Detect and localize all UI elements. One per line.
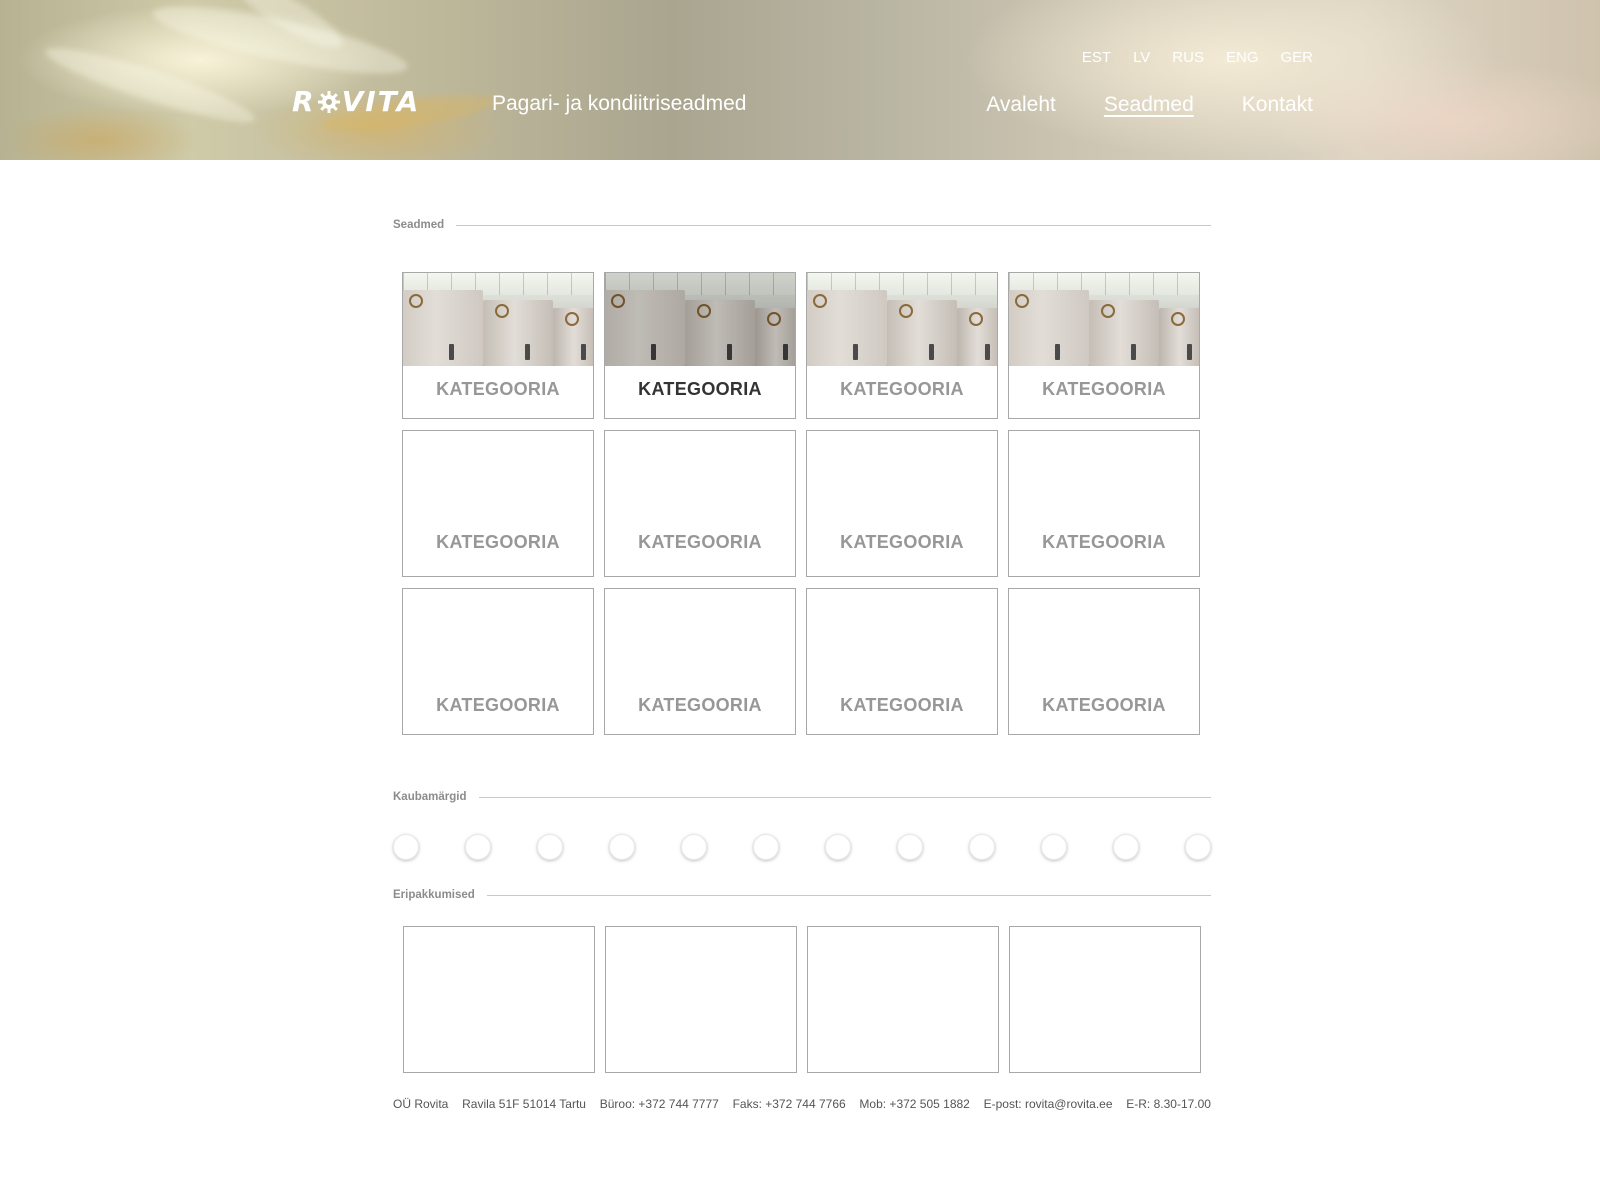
footer-mobile: Mob: +372 505 1882: [859, 1097, 970, 1111]
footer-company: OÜ Rovita: [393, 1097, 449, 1111]
brand-logo-row: [393, 834, 1211, 860]
category-label: KATEGOORIA: [436, 695, 560, 715]
gear-icon: [317, 91, 340, 113]
category-image: [403, 273, 593, 366]
category-card[interactable]: KATEGOORIA: [806, 272, 998, 419]
category-card[interactable]: KATEGOORIA: [806, 588, 998, 735]
brand-logo[interactable]: [465, 834, 491, 860]
brand-logo[interactable]: [969, 834, 995, 860]
category-card[interactable]: KATEGOORIA: [1008, 272, 1200, 419]
category-label: KATEGOORIA: [436, 379, 560, 399]
category-card[interactable]: KATEGOORIA: [1008, 430, 1200, 577]
category-label: KATEGOORIA: [840, 379, 964, 399]
category-label: KATEGOORIA: [1042, 532, 1166, 552]
brand-logo[interactable]: [1041, 834, 1067, 860]
section-title: Seadmed: [393, 219, 445, 231]
logo-text-r: R: [292, 85, 316, 118]
header-banner: R VITA Pagari- ja kondiitriseadmed EST LV…: [0, 0, 1600, 160]
main-nav: Avaleht Seadmed Kontakt: [986, 90, 1313, 120]
category-label: KATEGOORIA: [638, 379, 762, 399]
category-image: [1009, 273, 1199, 366]
lang-est[interactable]: EST: [1082, 48, 1111, 68]
lang-rus[interactable]: RUS: [1172, 48, 1204, 68]
section-title: Eripakkumised: [393, 889, 475, 901]
category-card[interactable]: KATEGOORIA: [604, 272, 796, 419]
brand-logo[interactable]: [609, 834, 635, 860]
section-heading-offers: Eripakkumised: [393, 889, 1211, 901]
category-label: KATEGOORIA: [840, 532, 964, 552]
section-heading-equipment: Seadmed: [393, 219, 1211, 231]
section-heading-brands: Kaubamärgid: [393, 791, 1211, 803]
footer-hours: E-R: 8.30-17.00: [1126, 1097, 1211, 1111]
category-image: [807, 273, 997, 366]
brand-logo[interactable]: [753, 834, 779, 860]
divider: [486, 894, 1211, 896]
brand-logo[interactable]: [537, 834, 563, 860]
brand-logo[interactable]: [681, 834, 707, 860]
footer-address: Ravila 51F 51014 Tartu: [462, 1097, 586, 1111]
nav-avaleht[interactable]: Avaleht: [986, 90, 1056, 120]
footer: OÜ Rovita Ravila 51F 51014 Tartu Büroo: …: [393, 1097, 1211, 1111]
category-card[interactable]: KATEGOORIA: [604, 588, 796, 735]
special-offers-grid: [403, 926, 1201, 1073]
category-card[interactable]: KATEGOORIA: [806, 430, 998, 577]
category-label: KATEGOORIA: [436, 532, 560, 552]
brand-logo[interactable]: [393, 834, 419, 860]
brand-logo[interactable]: [825, 834, 851, 860]
category-label: KATEGOORIA: [1042, 695, 1166, 715]
divider: [478, 796, 1211, 798]
rovita-logo[interactable]: R VITA: [292, 84, 420, 120]
category-image: [605, 273, 795, 366]
language-switcher: EST LV RUS ENG GER: [1082, 48, 1313, 68]
category-card[interactable]: KATEGOORIA: [1008, 588, 1200, 735]
lang-lv[interactable]: LV: [1133, 48, 1150, 68]
lang-eng[interactable]: ENG: [1226, 48, 1259, 68]
lang-ger[interactable]: GER: [1280, 48, 1313, 68]
category-card[interactable]: KATEGOORIA: [604, 430, 796, 577]
brand-logo[interactable]: [897, 834, 923, 860]
special-offer-card[interactable]: [403, 926, 595, 1073]
site-tagline: Pagari- ja kondiitriseadmed: [492, 92, 747, 115]
footer-email[interactable]: E-post: rovita@rovita.ee: [984, 1097, 1113, 1111]
special-offer-card[interactable]: [605, 926, 797, 1073]
footer-office-phone: Büroo: +372 744 7777: [599, 1097, 719, 1111]
category-card[interactable]: KATEGOORIA: [402, 588, 594, 735]
category-label: KATEGOORIA: [638, 532, 762, 552]
special-offer-card[interactable]: [807, 926, 999, 1073]
category-label: KATEGOORIA: [1042, 379, 1166, 399]
nav-kontakt[interactable]: Kontakt: [1242, 90, 1313, 120]
category-card[interactable]: KATEGOORIA: [402, 272, 594, 419]
category-grid: KATEGOORIA KATEGOORIA KATEGOORIA KATEGOORIA…: [402, 272, 1200, 735]
category-label: KATEGOORIA: [840, 695, 964, 715]
divider: [456, 224, 1211, 226]
category-label: KATEGOORIA: [638, 695, 762, 715]
logo-text-rest: VITA: [341, 85, 421, 118]
section-title: Kaubamärgid: [393, 791, 467, 803]
special-offer-card[interactable]: [1009, 926, 1201, 1073]
brand-logo[interactable]: [1185, 834, 1211, 860]
category-card[interactable]: KATEGOORIA: [402, 430, 594, 577]
brand-logo[interactable]: [1113, 834, 1139, 860]
nav-seadmed[interactable]: Seadmed: [1104, 90, 1194, 120]
footer-fax: Faks: +372 744 7766: [732, 1097, 846, 1111]
